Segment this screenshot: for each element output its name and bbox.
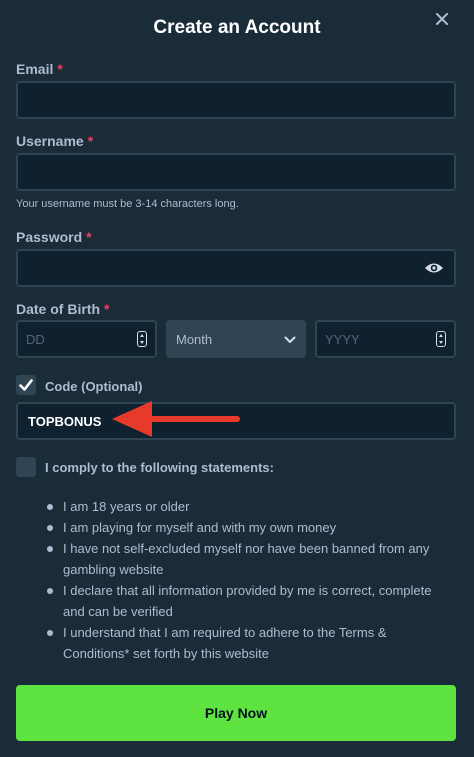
list-item: I am 18 years or older: [46, 496, 456, 517]
chevron-down-icon: [284, 333, 296, 345]
email-label-text: Email: [16, 61, 54, 77]
list-item: I understand that I am required to adher…: [46, 622, 456, 664]
list-item: I am playing for myself and with my own …: [46, 517, 456, 538]
modal-title: Create an Account: [153, 17, 321, 38]
code-value: TOPBONUS: [28, 414, 102, 429]
required-mark: *: [104, 301, 110, 317]
code-checkbox[interactable]: [16, 375, 36, 395]
eye-icon[interactable]: [424, 259, 444, 277]
email-field[interactable]: [16, 81, 456, 119]
username-label-text: Username: [16, 133, 84, 149]
play-now-button[interactable]: Play Now: [16, 685, 456, 741]
list-item: I declare that all information provided …: [46, 580, 456, 622]
password-label-text: Password: [16, 229, 83, 245]
dob-year-placeholder: YYYY: [325, 332, 360, 347]
checkmark-icon: [19, 379, 33, 391]
password-label: Password *: [16, 229, 92, 245]
email-label: Email *: [16, 61, 63, 77]
dob-label-text: Date of Birth: [16, 301, 100, 317]
username-field[interactable]: [16, 153, 456, 191]
list-item: I have not self-excluded myself nor have…: [46, 538, 456, 580]
dob-month-value: Month: [176, 332, 213, 347]
required-mark: *: [86, 229, 92, 245]
comply-label: I comply to the following statements:: [45, 460, 274, 475]
arrow-icon: [112, 401, 240, 437]
stepper-icon[interactable]: [436, 331, 446, 347]
dob-day-placeholder: DD: [26, 332, 45, 347]
required-mark: *: [57, 61, 63, 77]
password-field[interactable]: [16, 249, 456, 287]
dob-label: Date of Birth *: [16, 301, 109, 317]
username-label: Username *: [16, 133, 93, 149]
stepper-icon[interactable]: [137, 331, 147, 347]
comply-checkbox[interactable]: [16, 457, 36, 477]
close-icon[interactable]: [432, 9, 452, 29]
dob-month-select[interactable]: Month: [166, 320, 306, 358]
code-label: Code (Optional): [45, 379, 143, 394]
dob-day-input[interactable]: DD: [16, 320, 157, 358]
dob-year-input[interactable]: YYYY: [315, 320, 456, 358]
statement-list: I am 18 years or older I am playing for …: [46, 496, 456, 664]
required-mark: *: [87, 133, 94, 149]
username-hint: Your username must be 3-14 characters lo…: [16, 198, 239, 210]
